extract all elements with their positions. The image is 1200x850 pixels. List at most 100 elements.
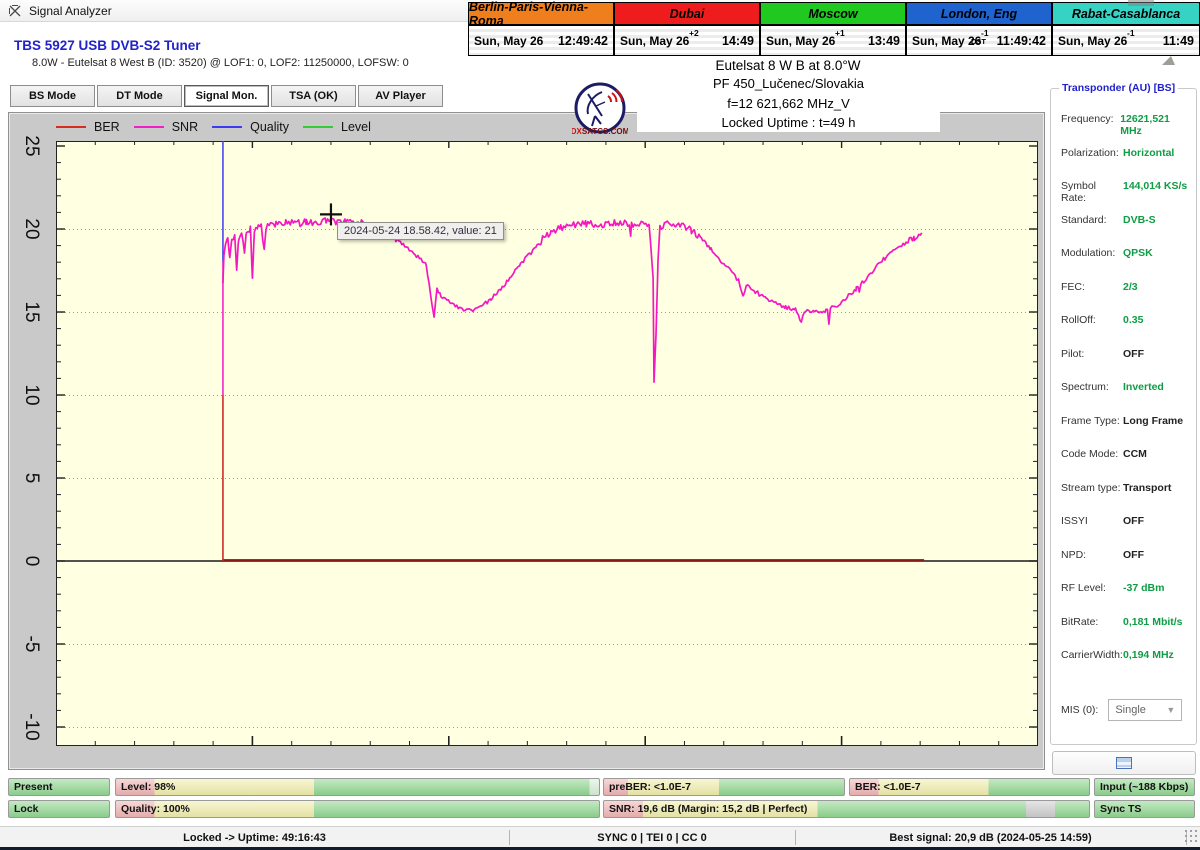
y-tick-label: -10 — [21, 713, 42, 741]
clock-time: 13:49 — [868, 33, 900, 48]
transponder-row-frametype: Frame Type: Long Frame — [1061, 415, 1191, 427]
status-bar: Locked -> Uptime: 49:16:43 SYNC 0 | TEI 0… — [0, 826, 1200, 847]
mis-dropdown[interactable]: Single ▼ — [1108, 699, 1183, 721]
field-label: Spectrum: — [1061, 381, 1109, 393]
clock-city: Rabat-Casablanca — [1053, 3, 1199, 26]
field-label: Frame Type: — [1061, 414, 1120, 427]
gauge-level: Level: 98% — [115, 778, 600, 796]
field-label: RollOff: — [1061, 314, 1096, 326]
gauge-sync-ts: Sync TS — [1094, 800, 1195, 818]
clock-city: Dubai — [615, 3, 759, 26]
field-label: Code Mode: — [1061, 448, 1119, 460]
field-value: OFF — [1123, 347, 1144, 360]
transponder-row-frequency: Frequency: 12621,521 MHz — [1061, 113, 1191, 137]
clock-date: Sun, May 26 — [474, 33, 544, 48]
signal-plot[interactable] — [55, 141, 1039, 746]
field-value: -37 dBm — [1123, 582, 1165, 594]
transponder-row-bitrate: BitRate: 0,181 Mbit/s — [1061, 616, 1191, 628]
cursor-artifact — [1162, 56, 1175, 65]
field-value: CCM — [1123, 448, 1147, 460]
clock-date: Sun, May 26 — [1058, 33, 1128, 48]
mis-label: MIS (0): — [1061, 704, 1099, 716]
chevron-down-icon: ▼ — [1166, 705, 1176, 715]
mode-tabs: BS Mode DT Mode Signal Mon. TSA (OK) AV Play… — [10, 85, 443, 107]
clock-cell: Dubai Sun, May 26 +2 14:49 — [615, 3, 761, 55]
legend-item-quality: Quality — [212, 120, 289, 134]
transponder-row-modulation: Modulation: QPSK — [1061, 247, 1191, 259]
field-value: Horizontal — [1123, 146, 1175, 159]
gauge-lock: Lock — [8, 800, 110, 818]
legend-swatch — [133, 126, 164, 128]
tab-signal-mon-[interactable]: Signal Mon. — [184, 85, 269, 107]
gauge-present: Present — [8, 778, 110, 796]
tab-av-player[interactable]: AV Player — [358, 85, 443, 107]
statusbar-separator — [795, 830, 796, 845]
transponder-row-spectrum: Spectrum: Inverted — [1061, 381, 1191, 393]
field-value: QPSK — [1123, 247, 1153, 259]
field-label: FEC: — [1061, 280, 1085, 293]
statusbar-separator — [509, 830, 510, 845]
signal-analyzer-window: Signal Analyzer TBS 5927 USB DVB-S2 Tune… — [0, 0, 1200, 850]
transponder-row-rolloff: RollOff: 0.35 — [1061, 314, 1191, 326]
field-value: 144,014 KS/s — [1123, 180, 1188, 192]
clock-time: 11:49:42 — [996, 33, 1046, 48]
clock-date: Sun, May 26 — [766, 33, 836, 48]
y-tick-label: 20 — [21, 218, 42, 240]
statusbar-segment-0: Locked -> Uptime: 49:16:43 — [183, 831, 326, 844]
field-label: Modulation: — [1061, 247, 1116, 259]
panel-toggle-button[interactable] — [1052, 751, 1196, 775]
transponder-title: Transponder (AU) [BS] — [1059, 82, 1179, 94]
y-tick-label: -5 — [21, 635, 42, 653]
transponder-row-symbolrate: Symbol Rate: 144,014 KS/s — [1061, 180, 1191, 204]
legend-label: SNR — [171, 120, 199, 134]
field-label: Frequency: — [1061, 113, 1114, 125]
transponder-row-pilot: Pilot: OFF — [1061, 348, 1191, 360]
transponder-row-standard: Standard: DVB-S — [1061, 214, 1191, 226]
site-info-box: PF 450_Lučenec/Slovakia f=12 621,662 MHz… — [637, 74, 940, 132]
field-value: 0.35 — [1123, 314, 1144, 326]
tab-dt-mode[interactable]: DT Mode — [97, 85, 182, 107]
clock-time: 11:49 — [1162, 33, 1194, 48]
gauge-preber: preBER: <1.0E-7 — [603, 778, 845, 796]
resize-grip[interactable] — [1184, 829, 1198, 843]
transponder-row-codemode: Code Mode: CCM — [1061, 448, 1191, 460]
tab-tsa-ok-[interactable]: TSA (OK) — [271, 85, 356, 107]
field-label: BitRate: — [1061, 615, 1099, 628]
transponder-row-npd: NPD: OFF — [1061, 549, 1191, 561]
tuner-subtitle: 8.0W - Eutelsat 8 West B (ID: 3520) @ LO… — [32, 57, 409, 69]
legend-item-snr: SNR — [133, 120, 199, 134]
y-tick-label: 10 — [21, 384, 42, 406]
utc-offset: +1 — [835, 28, 845, 38]
field-value: OFF — [1123, 515, 1144, 527]
transponder-panel: Transponder (AU) [BS] Frequency: 12621,52… — [1050, 82, 1197, 745]
chart-tooltip: 2024-05-24 18.58.42, value: 21 — [336, 222, 504, 241]
locked-uptime-line: Locked Uptime : t=49 h — [721, 115, 856, 130]
satellite-title: Eutelsat 8 W B at 8.0°W — [715, 58, 861, 73]
y-tick-label: 0 — [21, 555, 42, 567]
utc-offset: -1 — [1127, 28, 1135, 38]
world-clocks: Berlin-Paris-Vienna-Roma Sun, May 26 12:49… — [468, 0, 1200, 56]
gauge-input-188-kbps-: Input (~188 Kbps) — [1094, 778, 1195, 796]
occluded-window-artifact — [1128, 0, 1154, 6]
field-value: 0,181 Mbit/s — [1123, 615, 1183, 628]
dst-flag: DST — [971, 37, 986, 46]
transponder-row-polarization: Polarization: Horizontal — [1061, 147, 1191, 159]
tab-bs-mode[interactable]: BS Mode — [10, 85, 95, 107]
field-value: OFF — [1123, 548, 1144, 561]
statusbar-segment-2: Best signal: 20,9 dB (2024-05-25 14:59) — [889, 831, 1092, 844]
field-value: DVB-S — [1123, 213, 1156, 226]
y-tick-label: 5 — [21, 472, 42, 484]
legend-item-ber: BER — [56, 120, 120, 134]
site-name: PF 450_Lučenec/Slovakia — [712, 76, 865, 91]
frequency-line: f=12 621,662 MHz_V — [727, 95, 850, 111]
field-value: Transport — [1123, 481, 1172, 494]
field-label: Stream type: — [1061, 481, 1121, 494]
utc-offset: +2 — [689, 28, 699, 38]
dxsatcs-logo: DXSATCS.COM — [571, 82, 630, 138]
app-icon — [9, 4, 21, 16]
field-label: Polarization: — [1061, 146, 1119, 159]
legend-label: Quality — [250, 120, 290, 134]
field-label: Standard: — [1061, 213, 1107, 226]
field-label: Symbol Rate: — [1061, 180, 1097, 204]
transponder-row-fec: FEC: 2/3 — [1061, 281, 1191, 293]
